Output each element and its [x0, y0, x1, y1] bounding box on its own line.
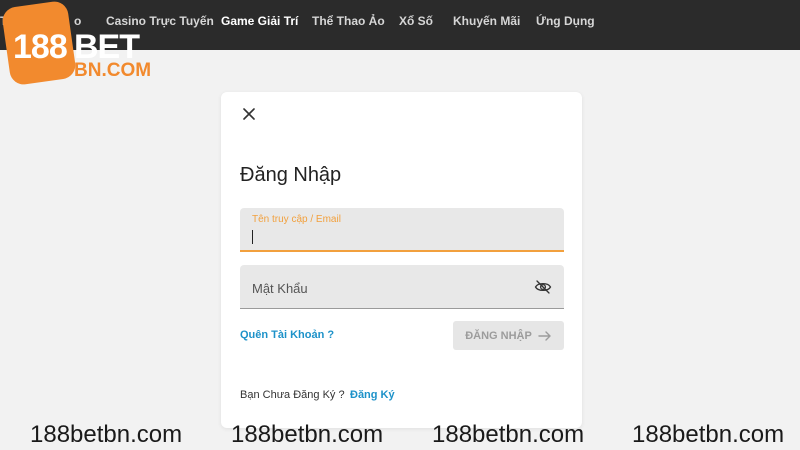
watermark-text: 188betbn.com — [30, 421, 183, 448]
username-input[interactable] — [252, 228, 532, 244]
nav-item-xo-so[interactable]: Xổ Số — [399, 14, 433, 28]
eye-off-icon[interactable] — [534, 278, 552, 296]
login-modal: Đăng Nhập Tên truy cập / Email Mật Khẩu … — [221, 92, 582, 428]
close-icon[interactable] — [239, 104, 259, 124]
register-prompt: Bạn Chưa Đăng Ký ? — [240, 389, 345, 401]
arrow-right-icon — [538, 330, 551, 341]
register-link[interactable]: Đăng Ký — [350, 389, 395, 401]
password-field[interactable]: Mật Khẩu — [240, 265, 564, 309]
username-field[interactable]: Tên truy cập / Email — [240, 208, 564, 252]
logo-domain: BN.COM — [74, 60, 152, 81]
nav-item-the-thao-ao[interactable]: Thể Thao Ảo — [312, 14, 385, 28]
nav-item-game-giai-tri[interactable]: Game Giải Trí — [221, 14, 298, 28]
nav-item-khuyen-mai[interactable]: Khuyến Mãi — [453, 14, 520, 28]
password-placeholder: Mật Khẩu — [252, 281, 308, 296]
text-cursor — [252, 230, 253, 244]
watermark-text: 188betbn.com — [432, 421, 585, 448]
username-label: Tên truy cập / Email — [252, 214, 341, 225]
modal-title: Đăng Nhập — [240, 164, 342, 186]
nav-item-ung-dung[interactable]: Ứng Dụng — [536, 14, 595, 28]
watermark-text: 188betbn.com — [632, 421, 785, 448]
forgot-account-link[interactable]: Quên Tài Khoản ? — [240, 329, 334, 341]
login-button[interactable]: ĐĂNG NHẬP — [453, 321, 564, 350]
brand-logo[interactable]: 188 BET BN.COM — [0, 0, 151, 87]
login-button-label: ĐĂNG NHẬP — [465, 329, 532, 342]
watermark-text: 188betbn.com — [231, 421, 384, 448]
logo-number: 188 — [13, 28, 68, 66]
